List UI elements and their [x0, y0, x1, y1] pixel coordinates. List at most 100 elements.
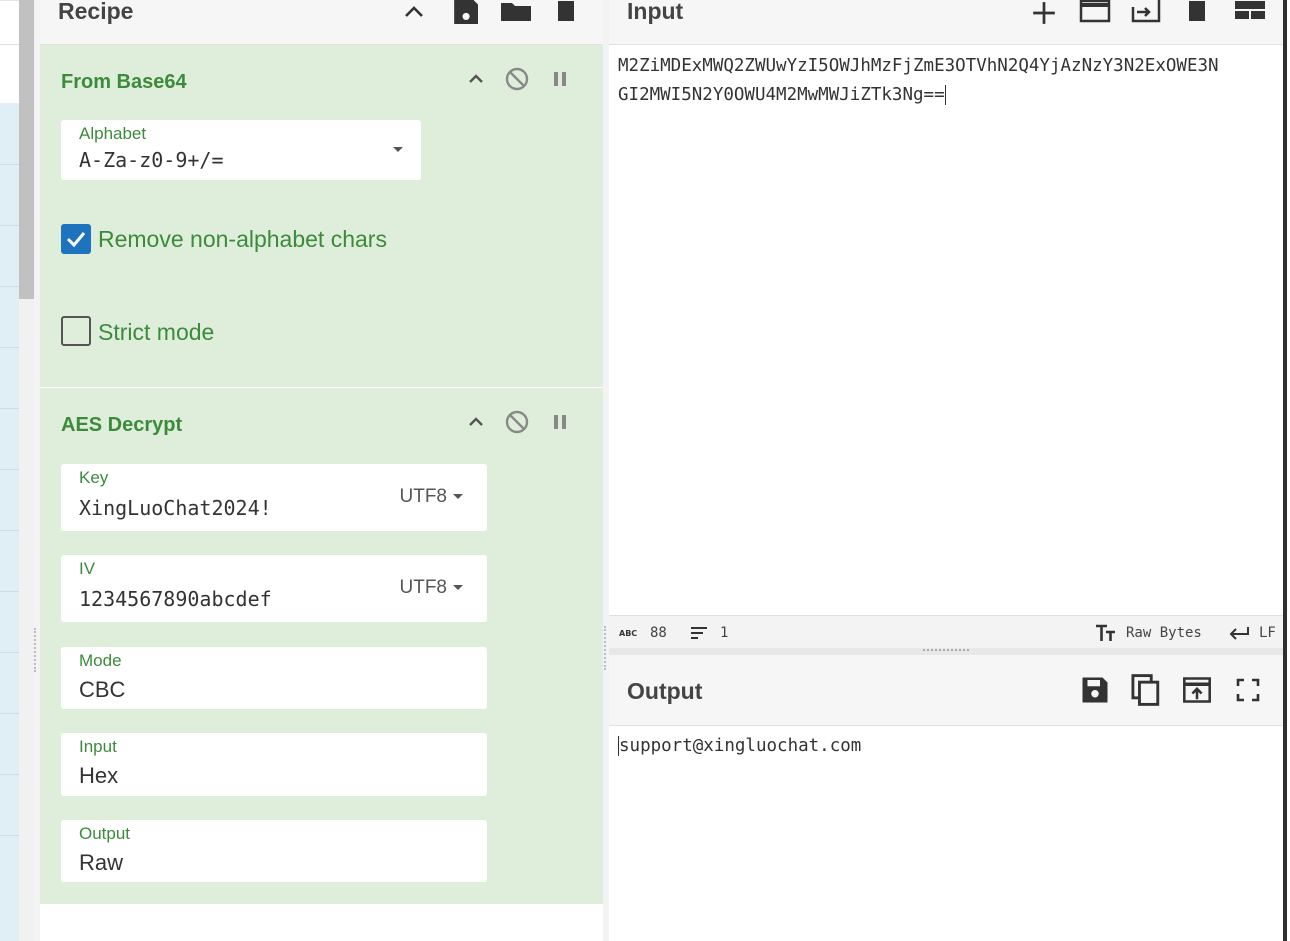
text-size-icon[interactable] — [1095, 624, 1117, 642]
input-output-divider[interactable] — [609, 648, 1283, 655]
iv-label: IV — [79, 559, 96, 578]
list-item[interactable] — [0, 225, 19, 226]
char-count: 88 — [650, 625, 667, 641]
replace-input-icon[interactable] — [1182, 676, 1212, 704]
iv-input[interactable]: 1234567890abcdef — [79, 587, 272, 611]
input-status-bar: ABC 88 1 Raw Bytes LF — [609, 615, 1283, 649]
chevron-up-icon[interactable] — [464, 410, 488, 434]
input-format-label: Input — [79, 737, 117, 756]
operation-title: AES Decrypt — [61, 414, 183, 436]
resize-grip-icon[interactable] — [923, 649, 969, 651]
input-title: Input — [627, 0, 684, 24]
recipe-header: Recipe — [40, 0, 603, 45]
remove-non-alphabet-label[interactable]: Remove non-alphabet chars — [98, 226, 387, 253]
operations-scrollbar-thumb[interactable] — [19, 0, 34, 299]
recipe-panel: Recipe From Base64 Alphabet A-Za-z0-9+/=… — [40, 0, 603, 941]
list-item[interactable] — [0, 652, 19, 653]
list-item[interactable] — [0, 835, 19, 836]
chevron-down-icon[interactable] — [393, 147, 403, 152]
alphabet-label: Alphabet — [79, 124, 147, 143]
iv-encoding-label: UTF8 — [399, 577, 448, 598]
disable-icon[interactable] — [505, 67, 529, 91]
output-textarea[interactable]: support@xingluochat.com — [618, 732, 861, 761]
char-count-icon: ABC — [619, 629, 637, 638]
operations-header-separator — [0, 44, 19, 45]
save-output-icon[interactable] — [1080, 675, 1110, 705]
operations-search-area[interactable] — [0, 0, 19, 104]
key-label: Key — [79, 468, 109, 487]
key-field[interactable]: Key XingLuoChat2024! UTF8 — [61, 464, 487, 531]
output-text: support@xingluochat.com — [619, 736, 862, 756]
mode-select[interactable]: Mode CBC — [61, 647, 487, 709]
chevron-down-icon — [453, 494, 463, 500]
list-item[interactable] — [0, 774, 19, 775]
input-text-line: M2ZiMDExMWQ2ZWUwYzI5OWJhMzFjZmE3OTVhN2Q4… — [618, 56, 1219, 76]
operation-from-base64[interactable]: From Base64 Alphabet A-Za-z0-9+/= Remove… — [40, 45, 603, 387]
list-item[interactable] — [0, 530, 19, 531]
chevron-up-icon[interactable] — [464, 67, 488, 91]
list-item[interactable] — [0, 408, 19, 409]
open-file-icon[interactable] — [1079, 0, 1111, 24]
alphabet-value: A-Za-z0-9+/= — [79, 148, 224, 172]
resize-grip-icon[interactable] — [34, 628, 38, 672]
mode-label: Mode — [79, 651, 122, 670]
strict-mode-label[interactable]: Strict mode — [98, 319, 214, 346]
svg-text:ABC: ABC — [619, 629, 637, 638]
recipe-title: Recipe — [58, 0, 134, 24]
output-format-select[interactable]: Output Raw — [61, 820, 487, 882]
remove-non-alphabet-checkbox[interactable] — [61, 224, 91, 254]
input-panel: Input M2ZiMDExMWQ2ZWUwYzI5OWJhMzFjZmE3OT… — [609, 0, 1283, 615]
add-tab-icon[interactable] — [1031, 0, 1057, 26]
list-item[interactable] — [0, 713, 19, 714]
input-format-select[interactable]: Input Hex — [61, 733, 487, 796]
input-format-value: Hex — [79, 763, 119, 788]
trash-icon[interactable] — [555, 0, 577, 24]
iv-field[interactable]: IV 1234567890abcdef UTF8 — [61, 555, 487, 622]
pause-icon[interactable] — [548, 67, 572, 91]
layout-icon[interactable] — [1234, 0, 1266, 24]
open-folder-icon[interactable] — [1129, 0, 1163, 24]
trash-icon[interactable] — [1186, 0, 1208, 24]
pause-icon[interactable] — [548, 410, 572, 434]
strict-mode-checkbox[interactable] — [61, 316, 91, 346]
input-textarea[interactable]: M2ZiMDExMWQ2ZWUwYzI5OWJhMzFjZmE3OTVhN2Q4… — [618, 52, 1219, 110]
list-item[interactable] — [0, 347, 19, 348]
line-count: 1 — [720, 625, 729, 641]
maximise-icon[interactable] — [1236, 678, 1260, 702]
iv-encoding-dropdown[interactable]: UTF8 — [399, 577, 463, 599]
input-text-line: GI2MWI5N2Y0OWU4M2MwMWJiZTk3Ng== — [618, 81, 1219, 110]
disable-icon[interactable] — [505, 410, 529, 434]
list-item[interactable] — [0, 164, 19, 165]
output-format-label: Output — [79, 824, 131, 843]
key-encoding-dropdown[interactable]: UTF8 — [399, 486, 463, 508]
output-format-value: Raw — [79, 850, 124, 875]
window-right-edge — [1283, 0, 1290, 941]
mode-value: CBC — [79, 677, 126, 702]
list-item[interactable] — [0, 469, 19, 470]
chevron-up-icon[interactable] — [402, 0, 426, 24]
output-panel: Output support@xingluochat.com — [609, 655, 1283, 941]
output-title: Output — [627, 678, 703, 704]
save-recipe-icon[interactable] — [452, 0, 478, 24]
alphabet-select[interactable]: Alphabet A-Za-z0-9+/= — [61, 120, 421, 180]
operation-title: From Base64 — [61, 71, 187, 93]
list-item[interactable] — [0, 286, 19, 287]
operations-list[interactable] — [0, 103, 19, 941]
input-encoding[interactable]: Raw Bytes — [1126, 625, 1202, 641]
operation-aes-decrypt[interactable]: AES Decrypt Key XingLuoChat2024! UTF8 IV… — [40, 388, 603, 904]
resize-grip-icon[interactable] — [604, 626, 608, 670]
copy-icon[interactable] — [1130, 673, 1162, 707]
input-header: Input — [609, 0, 1283, 45]
line-count-icon — [691, 627, 707, 639]
key-encoding-label: UTF8 — [399, 486, 448, 507]
list-item[interactable] — [0, 591, 19, 592]
output-header: Output — [609, 655, 1283, 726]
folder-icon[interactable] — [501, 0, 531, 24]
input-text-content: GI2MWI5N2Y0OWU4M2MwMWJiZTk3Ng== — [618, 85, 945, 105]
return-icon[interactable] — [1228, 625, 1250, 641]
text-cursor — [944, 85, 946, 105]
checkmark-icon — [66, 232, 86, 248]
key-input[interactable]: XingLuoChat2024! — [79, 496, 272, 520]
chevron-down-icon — [453, 585, 463, 591]
eol-setting[interactable]: LF — [1259, 625, 1276, 641]
